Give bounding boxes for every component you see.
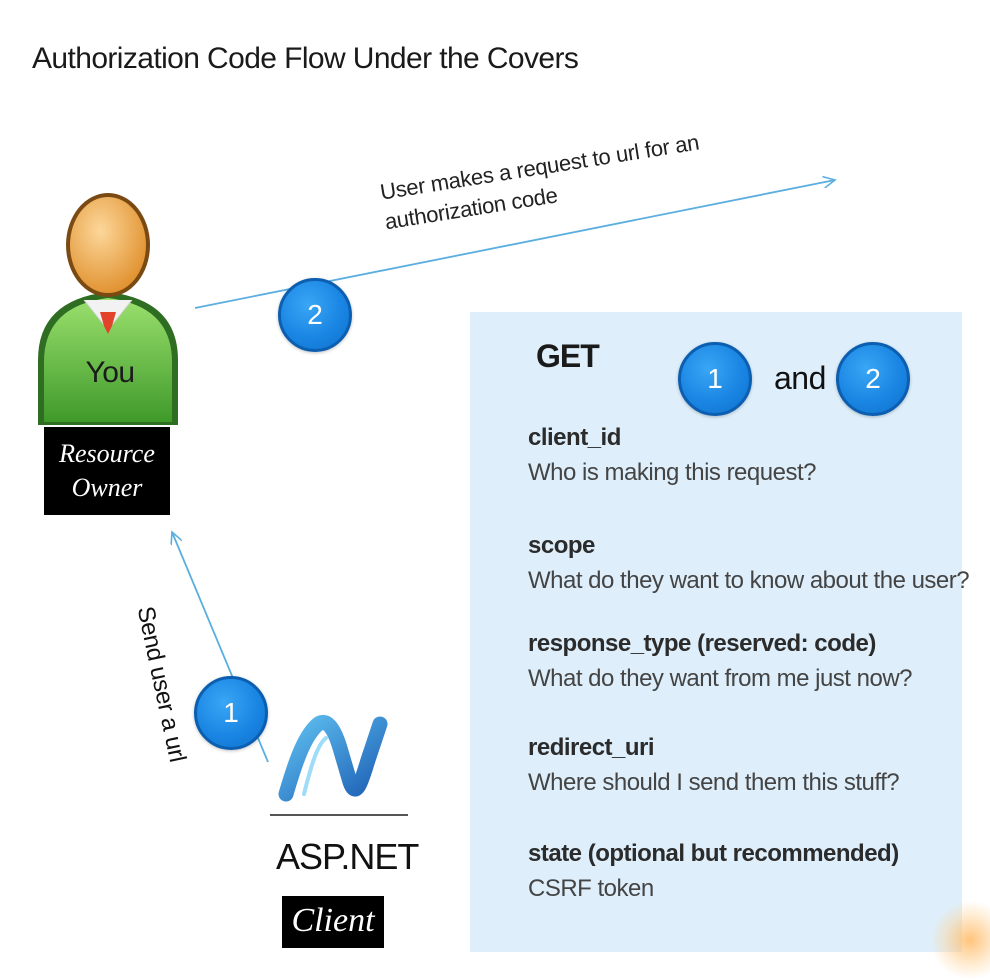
step-badge-2-panel: 2 bbox=[836, 342, 910, 416]
http-method-label: GET bbox=[536, 338, 600, 374]
avatar-label: You bbox=[85, 356, 135, 389]
user-avatar-icon bbox=[38, 193, 178, 425]
aspnet-logo-icon bbox=[278, 715, 388, 802]
and-label: and bbox=[774, 360, 826, 396]
step-badge-2-flow: 2 bbox=[278, 278, 352, 352]
step-badge-1-panel: 1 bbox=[678, 342, 752, 416]
client-label: Client bbox=[282, 896, 384, 948]
param-name: scope bbox=[528, 532, 595, 559]
param-state: state (optional but recommended) CSRF to… bbox=[528, 838, 899, 908]
param-name: redirect_uri bbox=[528, 734, 655, 761]
aspnet-logo-text: ASP.NET bbox=[276, 836, 419, 877]
param-name: state (optional but recommended) bbox=[528, 840, 899, 867]
param-scope: scope What do they want to know about th… bbox=[528, 530, 970, 600]
step-badge-1-flow: 1 bbox=[194, 676, 268, 750]
param-desc: Who is making this request? bbox=[528, 459, 816, 486]
param-name: response_type (reserved: code) bbox=[528, 630, 876, 657]
param-client-id: client_id Who is making this request? bbox=[528, 422, 816, 492]
param-desc: What do they want to know about the user… bbox=[528, 567, 970, 594]
param-desc: Where should I send them this stuff? bbox=[528, 769, 900, 796]
param-redirect-uri: redirect_uri Where should I send them th… bbox=[528, 732, 900, 802]
resource-owner-label: Resource Owner bbox=[44, 427, 170, 515]
logo-divider bbox=[270, 814, 408, 816]
param-desc: What do they want from me just now? bbox=[528, 665, 913, 692]
param-name: client_id bbox=[528, 424, 621, 451]
param-desc: CSRF token bbox=[528, 875, 654, 902]
param-response-type: response_type (reserved: code) What do t… bbox=[528, 628, 913, 698]
